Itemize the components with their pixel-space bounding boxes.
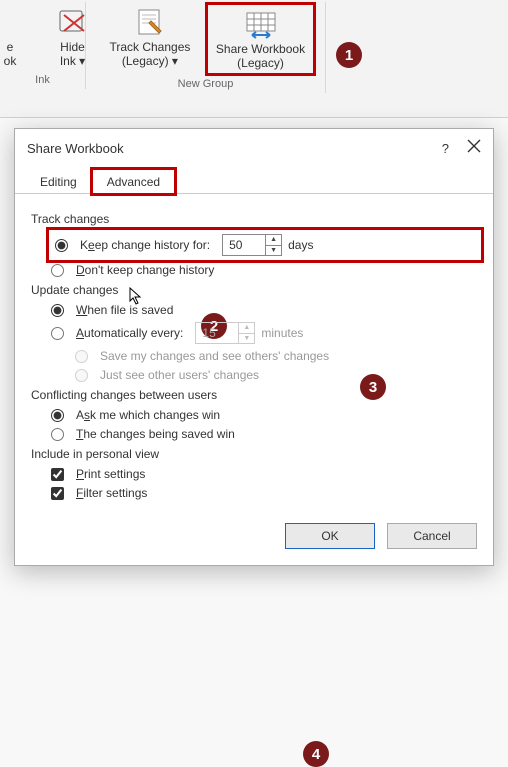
being-saved-label: The changes being saved win bbox=[76, 427, 235, 441]
share-workbook-dialog: Share Workbook ? Editing Advanced 2 Trac… bbox=[14, 128, 494, 566]
dialog-tabs: Editing Advanced bbox=[15, 166, 493, 194]
save-mine-radio bbox=[75, 350, 88, 363]
spin-down-icon: ▼ bbox=[239, 334, 254, 344]
hide-ink-icon bbox=[56, 7, 90, 37]
callout-badge-1: 1 bbox=[336, 42, 362, 68]
being-saved-radio[interactable] bbox=[51, 428, 64, 441]
close-icon bbox=[467, 139, 481, 153]
share-workbook-icon bbox=[242, 9, 280, 39]
keep-history-row: Keep change history for: 50 ▲▼ days bbox=[51, 232, 479, 258]
tab-editing[interactable]: Editing bbox=[25, 169, 92, 194]
group-label-newgroup: New Group bbox=[86, 76, 325, 93]
help-button[interactable]: ? bbox=[442, 141, 449, 156]
ribbon: eok HideInk ▾ Ink bbox=[0, 0, 508, 118]
ribbon-partial-button[interactable]: eok bbox=[0, 2, 43, 72]
auto-every-label: Automatically every: bbox=[76, 326, 183, 340]
save-mine-label: Save my changes and see others' changes bbox=[100, 349, 329, 363]
just-see-radio bbox=[75, 369, 88, 382]
filter-settings-label: Filter settings bbox=[76, 486, 147, 500]
dialog-title: Share Workbook bbox=[27, 141, 124, 156]
share-workbook-button[interactable]: Share Workbook(Legacy) bbox=[205, 2, 316, 76]
group-label-ink: Ink bbox=[0, 72, 85, 89]
print-settings-check[interactable] bbox=[51, 468, 64, 481]
auto-minutes-input: 15 ▲▼ bbox=[195, 322, 255, 344]
ribbon-group-newgroup: Track Changes(Legacy) ▾ Share Workbook(L… bbox=[86, 2, 326, 93]
dont-keep-history-label: Don't keep change history bbox=[76, 263, 214, 277]
spinner[interactable]: ▲▼ bbox=[265, 235, 281, 255]
include-title: Include in personal view bbox=[31, 447, 479, 461]
when-saved-radio[interactable] bbox=[51, 304, 64, 317]
when-saved-label: When file is saved bbox=[76, 303, 173, 317]
dialog-titlebar: Share Workbook ? bbox=[15, 129, 493, 166]
callout-badge-3: 3 bbox=[360, 374, 386, 400]
ok-button[interactable]: OK bbox=[285, 523, 375, 549]
spin-down-icon[interactable]: ▼ bbox=[266, 246, 281, 256]
spin-up-icon: ▲ bbox=[239, 323, 254, 334]
tab-advanced[interactable]: Advanced bbox=[92, 169, 175, 194]
keep-history-radio[interactable] bbox=[55, 239, 68, 252]
callout-badge-4: 4 bbox=[303, 741, 329, 767]
track-changes-title: Track changes bbox=[31, 212, 479, 226]
print-settings-label: Print settings bbox=[76, 467, 145, 481]
just-see-label: Just see other users' changes bbox=[100, 368, 259, 382]
cancel-button[interactable]: Cancel bbox=[387, 523, 477, 549]
dont-keep-history-radio[interactable] bbox=[51, 264, 64, 277]
auto-every-radio[interactable] bbox=[51, 327, 64, 340]
track-changes-icon bbox=[133, 7, 167, 37]
filter-settings-check[interactable] bbox=[51, 487, 64, 500]
minutes-label: minutes bbox=[261, 326, 303, 340]
spin-up-icon[interactable]: ▲ bbox=[266, 235, 281, 246]
keep-history-label: Keep change history for: bbox=[80, 238, 210, 252]
placeholder-icon bbox=[1, 7, 19, 37]
spinner: ▲▼ bbox=[238, 323, 254, 343]
ribbon-group-ink: eok HideInk ▾ Ink bbox=[0, 2, 86, 89]
keep-history-days-input[interactable]: 50 ▲▼ bbox=[222, 234, 282, 256]
conflicting-title: Conflicting changes between users bbox=[31, 388, 479, 402]
ask-me-label: Ask me which changes win bbox=[76, 408, 220, 422]
ask-me-radio[interactable] bbox=[51, 409, 64, 422]
days-label: days bbox=[288, 238, 313, 252]
track-changes-button[interactable]: Track Changes(Legacy) ▾ bbox=[95, 2, 205, 76]
update-changes-title: Update changes bbox=[31, 283, 479, 297]
dialog-footer: 4 OK Cancel bbox=[15, 509, 493, 565]
close-button[interactable] bbox=[467, 139, 481, 158]
